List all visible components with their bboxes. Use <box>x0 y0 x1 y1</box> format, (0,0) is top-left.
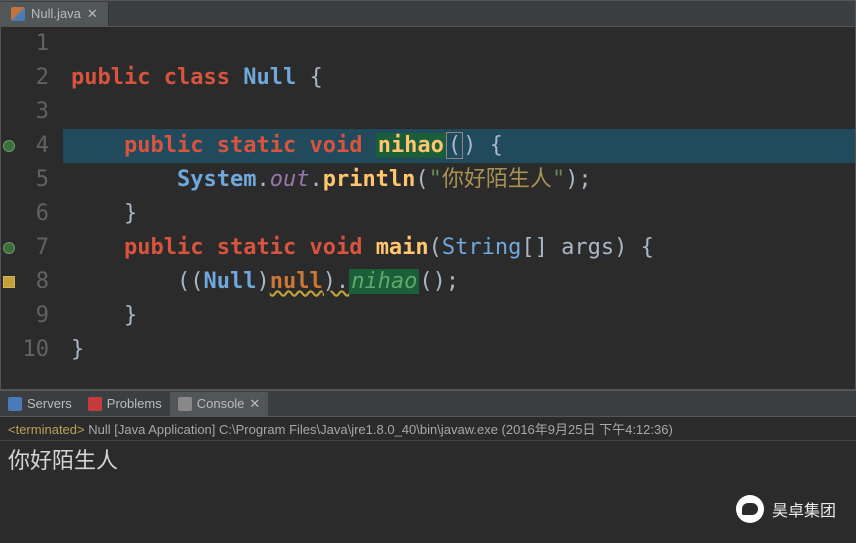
bottom-tab-bar: Servers Problems Console ✕ <box>0 391 856 417</box>
line-number: 10 <box>1 333 49 367</box>
line-number: 5 <box>1 163 49 197</box>
editor-tab-bar: Null.java ✕ <box>1 1 855 27</box>
code-line[interactable] <box>63 27 855 61</box>
console-output: 你好陌生人 <box>0 441 856 477</box>
code-content[interactable]: public class Null { public static void n… <box>63 27 855 389</box>
java-file-icon <box>11 7 25 21</box>
problems-icon <box>88 397 102 411</box>
warning-icon <box>3 276 15 288</box>
watermark-text: 昊卓集团 <box>772 497 836 521</box>
code-line[interactable] <box>63 95 855 129</box>
line-number: 3 <box>1 95 49 129</box>
console-icon <box>178 397 192 411</box>
tab-console[interactable]: Console ✕ <box>170 392 269 416</box>
line-number: 7 <box>1 231 49 265</box>
tab-filename: Null.java <box>31 6 81 21</box>
terminated-status: <terminated> <box>8 422 85 437</box>
code-line[interactable]: } <box>63 333 855 367</box>
method-marker-icon <box>3 242 15 254</box>
code-line[interactable]: ((Null)null).nihao(); <box>63 265 855 299</box>
close-icon[interactable]: ✕ <box>87 6 98 22</box>
code-line[interactable]: } <box>63 299 855 333</box>
line-number: 2 <box>1 61 49 95</box>
console-process-info: <terminated> Null [Java Application] C:\… <box>0 417 856 441</box>
method-marker-icon <box>3 140 15 152</box>
line-gutter: 12345678910 <box>1 27 63 389</box>
watermark: 昊卓集团 <box>736 495 836 523</box>
close-icon[interactable]: ✕ <box>249 396 260 412</box>
code-line[interactable]: public static void main(String[] args) { <box>63 231 855 265</box>
tab-problems[interactable]: Problems <box>80 392 170 416</box>
process-path: Null [Java Application] C:\Program Files… <box>85 422 673 437</box>
code-line[interactable]: System.out.println("你好陌生人"); <box>63 163 855 197</box>
bottom-panel: Servers Problems Console ✕ <terminated> … <box>0 390 856 477</box>
code-editor[interactable]: 12345678910 public class Null { public s… <box>1 27 855 389</box>
line-number: 9 <box>1 299 49 333</box>
code-line[interactable]: public class Null { <box>63 61 855 95</box>
servers-icon <box>8 397 22 411</box>
line-number: 1 <box>1 27 49 61</box>
editor-panel: Null.java ✕ 12345678910 public class Nul… <box>0 0 856 390</box>
tab-servers[interactable]: Servers <box>0 392 80 416</box>
line-number: 8 <box>1 265 49 299</box>
line-number: 4 <box>1 129 49 163</box>
wechat-icon <box>736 495 764 523</box>
code-line[interactable]: } <box>63 197 855 231</box>
line-number: 6 <box>1 197 49 231</box>
file-tab[interactable]: Null.java ✕ <box>1 2 109 26</box>
code-line[interactable]: public static void nihao() { <box>63 129 855 163</box>
